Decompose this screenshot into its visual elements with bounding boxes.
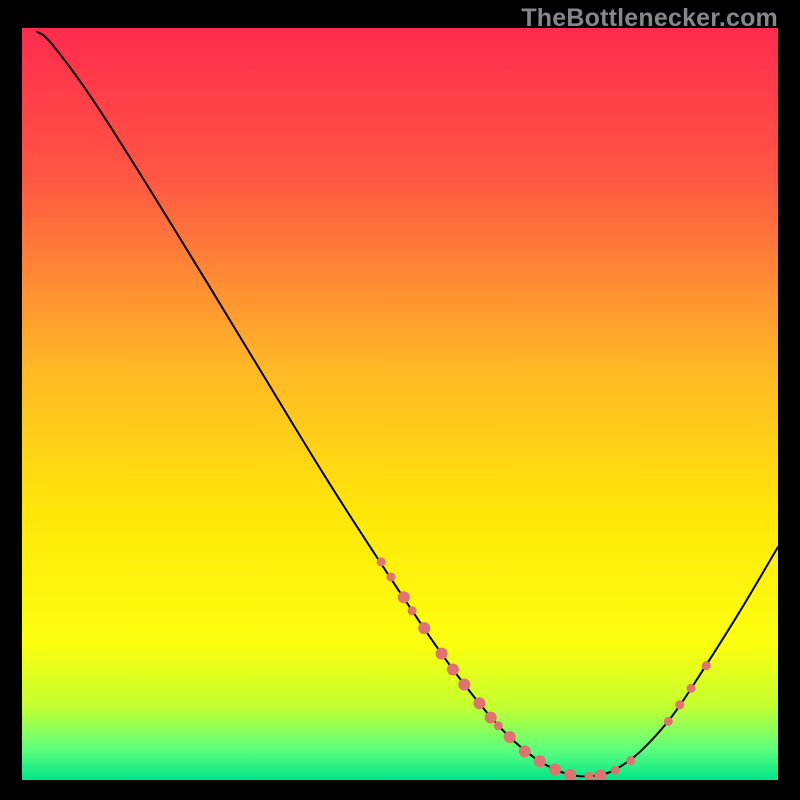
marker-point (675, 700, 684, 709)
marker-point (534, 755, 546, 767)
marker-point (418, 622, 430, 634)
marker-point (473, 697, 485, 709)
marker-point (611, 766, 620, 775)
marker-point (386, 572, 395, 581)
marker-point (519, 745, 531, 757)
marker-point (549, 763, 561, 775)
chart-plot (22, 28, 778, 780)
marker-point (436, 648, 448, 660)
marker-point (377, 557, 386, 566)
marker-point (687, 684, 696, 693)
marker-point (485, 712, 497, 724)
marker-point (458, 678, 470, 690)
gradient-background (22, 28, 778, 780)
marker-point (494, 721, 503, 730)
marker-point (447, 663, 459, 675)
marker-point (408, 606, 417, 615)
marker-point (702, 661, 711, 670)
marker-point (504, 731, 516, 743)
marker-point (398, 591, 410, 603)
marker-point (664, 717, 673, 726)
marker-point (626, 756, 635, 765)
